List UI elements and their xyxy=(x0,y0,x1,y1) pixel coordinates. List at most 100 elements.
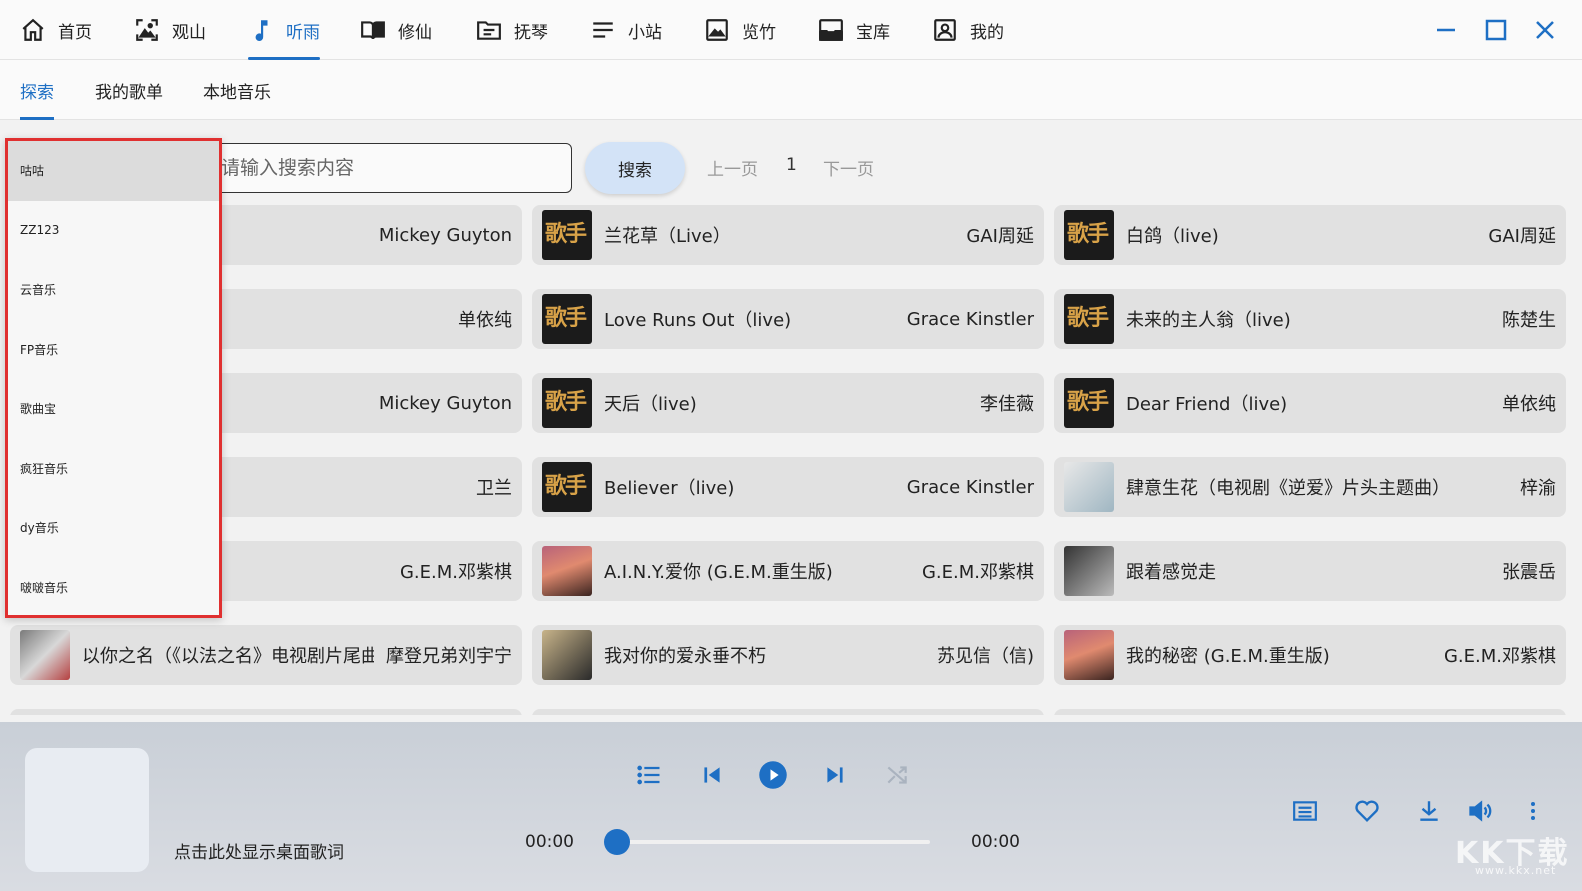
song-artist: 单依纯 xyxy=(1502,394,1556,415)
watermark: KK下载 www.kkx.net xyxy=(1455,828,1570,877)
shuffle-button[interactable] xyxy=(882,760,912,790)
nav-item-guanshan[interactable]: 观山 xyxy=(134,0,206,60)
song-artist: 苏见信（信) xyxy=(936,646,1034,667)
song-card[interactable]: 歌手 兰花草（Live） GAI周延 xyxy=(532,205,1044,265)
source-option[interactable]: ZZ123 xyxy=(8,201,219,261)
song-card[interactable]: 歌手 未来的主人翁（live) 陈楚生 xyxy=(1054,289,1566,349)
source-option[interactable]: dy音乐 xyxy=(8,498,219,558)
shuffle-icon xyxy=(887,766,907,784)
nav-item-xiaozhan[interactable]: 小站 xyxy=(590,0,662,60)
cover-text: 歌手 xyxy=(545,389,587,415)
play-button[interactable] xyxy=(757,759,789,791)
current-time: 00:00 xyxy=(525,832,574,852)
song-card[interactable]: 我对你的爱永垂不朽 苏见信（信) xyxy=(532,625,1044,685)
playlist-button[interactable] xyxy=(634,760,664,790)
source-option[interactable]: 歌曲宝 xyxy=(8,379,219,439)
source-option[interactable]: 疯狂音乐 xyxy=(8,439,219,499)
tab-explore[interactable]: 探索 xyxy=(20,60,54,120)
album-cover xyxy=(1064,630,1114,680)
cover-text: 歌手 xyxy=(545,473,587,499)
source-option[interactable]: 咕咕 xyxy=(8,141,219,201)
song-title: 我的秘密 (G.E.M.重生版) xyxy=(1126,646,1330,667)
song-card[interactable]: 歌手 Dear Friend（live) 单依纯 xyxy=(1054,373,1566,433)
source-option[interactable]: FP音乐 xyxy=(8,320,219,380)
song-card[interactable]: 肆意生花（电视剧《逆爱》片头主题曲） 梓渝 xyxy=(1054,457,1566,517)
album-art[interactable] xyxy=(25,748,149,872)
album-cover xyxy=(542,546,592,596)
song-title: A.I.N.Y.爱你 (G.E.M.重生版) xyxy=(604,562,833,583)
lines-icon xyxy=(593,22,613,38)
inbox-icon xyxy=(819,19,843,41)
song-artist: 李佳薇 xyxy=(980,394,1034,415)
song-title: Dear Friend（live) xyxy=(1126,394,1288,415)
search-field[interactable] xyxy=(212,143,572,193)
album-cover: 歌手 xyxy=(1064,294,1114,344)
picture-icon xyxy=(706,19,728,41)
more-vertical-icon xyxy=(1531,802,1535,820)
song-card[interactable]: 歌手 Believer（live) Grace Kinstler xyxy=(532,457,1044,517)
song-artist: Mickey Guyton xyxy=(378,224,512,246)
close-button[interactable] xyxy=(1529,14,1561,46)
song-card[interactable]: 歌手 天后（live) 李佳薇 xyxy=(532,373,1044,433)
nav-item-tingyu[interactable]: 听雨 xyxy=(248,0,320,60)
volume-button[interactable] xyxy=(1466,796,1496,826)
maximize-button[interactable] xyxy=(1480,14,1512,46)
search-input[interactable] xyxy=(221,157,571,179)
source-dropdown: 咕咕 ZZ123 云音乐 FP音乐 歌曲宝 疯狂音乐 dy音乐 啵啵音乐 xyxy=(5,138,222,618)
nav-item-home[interactable]: 首页 xyxy=(20,0,92,60)
source-option[interactable]: 啵啵音乐 xyxy=(8,558,219,618)
search-button[interactable]: 搜索 xyxy=(585,142,685,194)
nav-label: 观山 xyxy=(172,22,206,43)
next-page-link[interactable]: 下一页 xyxy=(823,155,874,180)
nav-label: 宝库 xyxy=(856,22,890,43)
source-option[interactable]: 云音乐 xyxy=(8,260,219,320)
song-artist: 梓渝 xyxy=(1520,478,1556,499)
nav-label: 小站 xyxy=(628,22,662,43)
maximize-icon xyxy=(1485,19,1507,41)
prev-page-link[interactable]: 上一页 xyxy=(707,155,758,180)
volume-icon xyxy=(1469,800,1492,822)
song-artist: 陈楚生 xyxy=(1502,310,1556,331)
song-card[interactable]: 我的秘密 (G.E.M.重生版) G.E.M.邓紫棋 xyxy=(1054,625,1566,685)
nav-label: 修仙 xyxy=(398,22,432,43)
song-title: 肆意生花（电视剧《逆爱》片头主题曲） xyxy=(1126,478,1450,499)
download-button[interactable] xyxy=(1414,796,1444,826)
progress-slider[interactable] xyxy=(604,829,930,855)
music-note-icon xyxy=(255,20,268,42)
previous-track-button[interactable] xyxy=(697,760,727,790)
progress-thumb[interactable] xyxy=(604,829,630,855)
song-card[interactable]: 以你之名（《以法之名》电视剧片尾曲 摩登兄弟刘宇宁 xyxy=(10,625,522,685)
minimize-button[interactable] xyxy=(1430,14,1462,46)
desktop-lyrics-link[interactable]: 点击此处显示桌面歌词 xyxy=(174,838,344,863)
song-card[interactable] xyxy=(532,709,1044,715)
tab-local-music[interactable]: 本地音乐 xyxy=(203,60,271,120)
song-artist: GAI周延 xyxy=(966,226,1034,247)
nav-item-baoku[interactable]: 宝库 xyxy=(818,0,890,60)
nav-item-wode[interactable]: 我的 xyxy=(932,0,1004,60)
minimize-icon xyxy=(1437,28,1455,32)
song-card[interactable]: A.I.N.Y.爱你 (G.E.M.重生版) G.E.M.邓紫棋 xyxy=(532,541,1044,601)
song-grid: Me At All（live)Mickey Guytone)单依纯Mickey … xyxy=(10,205,1572,715)
song-card[interactable] xyxy=(1054,709,1566,715)
song-card[interactable]: 歌手 Love Runs Out（live) Grace Kinstler xyxy=(532,289,1044,349)
album-cover: 歌手 xyxy=(542,378,592,428)
cover-text: 歌手 xyxy=(1067,221,1109,247)
nav-label: 听雨 xyxy=(286,22,320,43)
queue-button[interactable] xyxy=(1290,796,1320,826)
favorite-button[interactable] xyxy=(1352,796,1382,826)
song-card[interactable]: 跟着感觉走 张震岳 xyxy=(1054,541,1566,601)
song-card[interactable]: 歌手 白鸽（live) GAI周延 xyxy=(1054,205,1566,265)
song-title: 白鸽（live) xyxy=(1126,226,1219,247)
nav-item-lanzhu[interactable]: 览竹 xyxy=(704,0,776,60)
heart-icon xyxy=(1355,800,1379,822)
more-button[interactable] xyxy=(1518,796,1548,826)
album-cover xyxy=(20,630,70,680)
next-track-button[interactable] xyxy=(820,760,850,790)
nav-item-xiuxian[interactable]: 修仙 xyxy=(360,0,432,60)
song-artist: 摩登兄弟刘宇宁 xyxy=(386,646,512,667)
tab-my-playlists[interactable]: 我的歌单 xyxy=(95,60,163,120)
nav-item-fuqin[interactable]: 抚琴 xyxy=(476,0,548,60)
album-cover xyxy=(1064,546,1114,596)
song-card[interactable] xyxy=(10,709,522,715)
watermark-sub: www.kkx.net xyxy=(1475,864,1557,877)
